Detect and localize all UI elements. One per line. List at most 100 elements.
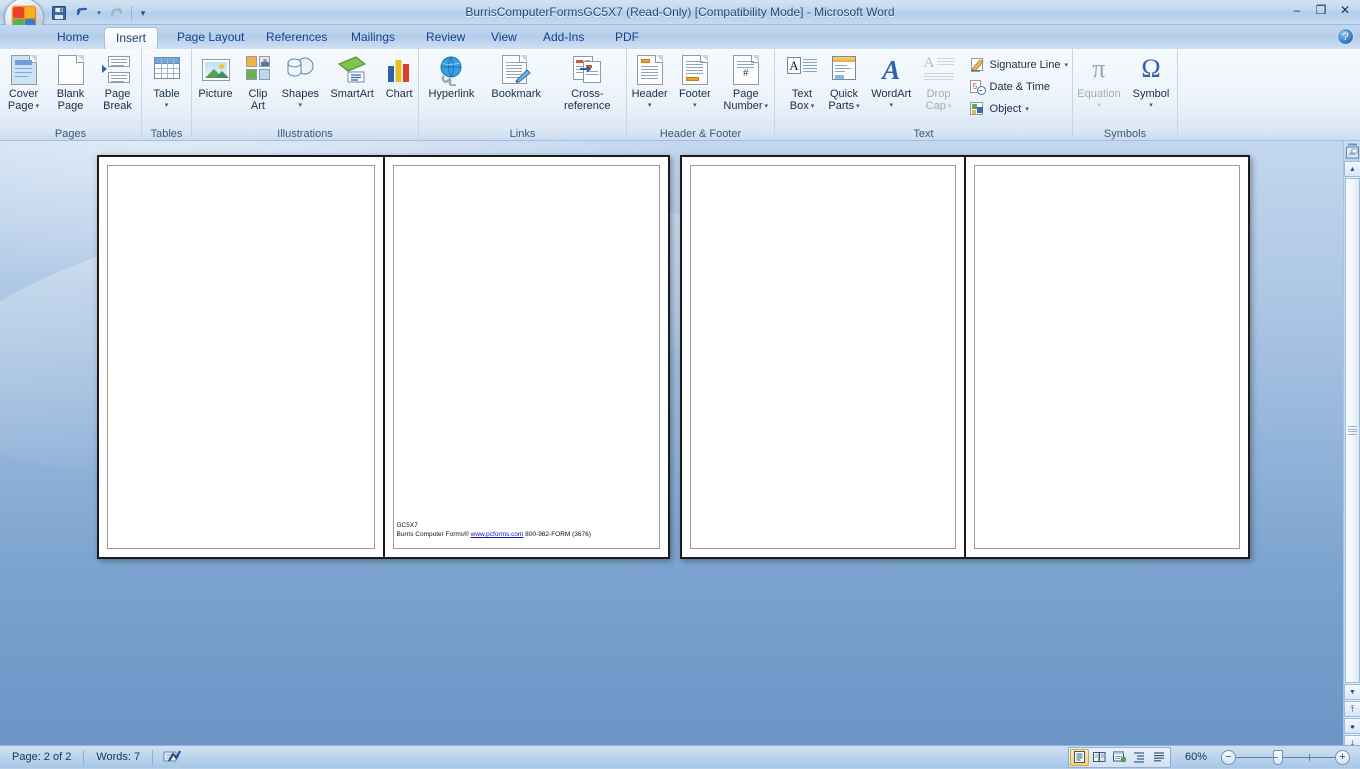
page-break-button[interactable]: Page Break bbox=[94, 51, 141, 119]
equation-button[interactable]: π Equation ▾ bbox=[1073, 51, 1125, 119]
close-button[interactable]: ✕ bbox=[1334, 1, 1356, 19]
redo-button[interactable] bbox=[105, 3, 127, 23]
ribbon-group-label-links: Links bbox=[419, 128, 626, 140]
tab-view[interactable]: View bbox=[480, 27, 528, 49]
customize-qat-button[interactable]: ▾ bbox=[136, 3, 150, 23]
clip-art-label-1: Clip bbox=[248, 89, 267, 101]
text-box-label-1: Text bbox=[792, 89, 812, 101]
help-button[interactable]: ? bbox=[1337, 28, 1354, 45]
document-credit-link[interactable]: www.pcforms.com bbox=[471, 531, 524, 538]
footer-caret: ▾ bbox=[693, 102, 697, 109]
ribbon-group-symbols: π Equation ▾ Ω Symbol ▾ Symbols bbox=[1073, 49, 1178, 141]
restore-button[interactable]: ❐ bbox=[1310, 1, 1332, 19]
tab-add-ins[interactable]: Add-Ins bbox=[532, 27, 595, 49]
bookmark-button[interactable]: Bookmark bbox=[484, 51, 549, 119]
page-number-button[interactable]: # Page Number ▾ bbox=[717, 51, 774, 119]
scrollbar-thumb[interactable] bbox=[1345, 178, 1360, 683]
text-box-button[interactable]: A Text Box ▾ bbox=[781, 51, 823, 119]
equation-label: Equation bbox=[1077, 89, 1120, 101]
page-1-panel-right[interactable]: GC5X7 Burris Computer Forms® www.pcforms… bbox=[383, 157, 669, 557]
document-credit-suffix: 800-982-FORM (3676) bbox=[523, 531, 591, 538]
cover-page-button[interactable]: Cover Page ▾ bbox=[0, 51, 47, 119]
quick-parts-button[interactable]: Quick Parts ▾ bbox=[823, 51, 865, 119]
tab-mailings[interactable]: Mailings bbox=[340, 27, 406, 49]
page-indicator[interactable]: Page: 2 of 2 bbox=[0, 746, 83, 769]
zoom-in-button[interactable]: + bbox=[1335, 750, 1350, 765]
page-number-icon: # bbox=[730, 54, 762, 86]
ribbon-group-label-pages: Pages bbox=[0, 128, 141, 140]
drop-cap-button[interactable]: A Drop Cap ▾ bbox=[918, 51, 960, 119]
header-caret: ▾ bbox=[648, 102, 652, 109]
view-outline-button[interactable] bbox=[1130, 749, 1149, 766]
zoom-slider[interactable]: − + bbox=[1221, 750, 1350, 765]
picture-button[interactable]: Picture bbox=[192, 51, 239, 119]
cross-reference-button[interactable]: Cross-reference bbox=[549, 51, 626, 119]
header-icon bbox=[634, 54, 666, 86]
smartart-icon bbox=[336, 54, 368, 86]
zoom-track-right[interactable] bbox=[1283, 757, 1335, 758]
date-time-button[interactable]: 5 Date & Time bbox=[968, 76, 1072, 97]
tab-home[interactable]: Home bbox=[46, 27, 100, 49]
hyperlink-button[interactable]: Hyperlink bbox=[419, 51, 484, 119]
view-full-screen-reading-button[interactable] bbox=[1090, 749, 1109, 766]
undo-dropdown[interactable]: ▾ bbox=[94, 3, 104, 23]
blank-page-button[interactable]: Blank Page bbox=[47, 51, 94, 119]
drop-cap-label-1: Drop bbox=[927, 89, 951, 101]
page-2-panel-left[interactable] bbox=[682, 157, 964, 557]
view-print-layout-button[interactable] bbox=[1070, 749, 1089, 766]
symbol-button[interactable]: Ω Symbol ▾ bbox=[1125, 51, 1177, 119]
wordart-label: WordArt bbox=[871, 89, 911, 101]
page-number-label-2: Number bbox=[723, 101, 762, 113]
zoom-track-left[interactable] bbox=[1236, 757, 1278, 758]
footer-button[interactable]: Footer ▾ bbox=[672, 51, 717, 119]
wordart-button[interactable]: A WordArt ▾ bbox=[865, 51, 918, 119]
status-right-cluster: 60% − + bbox=[1068, 747, 1360, 768]
view-web-layout-button[interactable] bbox=[1110, 749, 1129, 766]
undo-button[interactable] bbox=[71, 3, 93, 23]
shapes-button[interactable]: Shapes ▾ bbox=[277, 51, 324, 119]
tab-insert[interactable]: Insert bbox=[104, 27, 158, 49]
zoom-out-button[interactable]: − bbox=[1221, 750, 1236, 765]
cover-page-label-1: Cover bbox=[9, 89, 38, 101]
text-boundary bbox=[107, 165, 375, 549]
vertical-scrollbar[interactable]: ▲ ▼ ⤒ ● ⤓ bbox=[1343, 141, 1360, 745]
smartart-label: SmartArt bbox=[330, 89, 373, 101]
clip-art-button[interactable]: Clip Art bbox=[239, 51, 277, 119]
save-button[interactable] bbox=[48, 3, 70, 23]
document-page-1[interactable]: GC5X7 Burris Computer Forms® www.pcforms… bbox=[97, 155, 670, 559]
table-button[interactable]: Table ▾ bbox=[143, 51, 191, 119]
tab-pdf[interactable]: PDF bbox=[604, 27, 650, 49]
minimize-button[interactable]: – bbox=[1286, 1, 1308, 19]
word-count[interactable]: Words: 7 bbox=[84, 746, 152, 769]
undo-icon bbox=[74, 5, 90, 21]
split-window-button[interactable] bbox=[1344, 141, 1360, 161]
scroll-down-button[interactable]: ▼ bbox=[1344, 684, 1360, 700]
select-browse-object-button[interactable]: ● bbox=[1344, 718, 1360, 734]
tab-page-layout[interactable]: Page Layout bbox=[166, 27, 255, 49]
text-boundary bbox=[393, 165, 661, 549]
proofing-status-button[interactable] bbox=[153, 746, 191, 769]
object-icon bbox=[970, 101, 986, 117]
ribbon-group-pages: Cover Page ▾ Blank Page bbox=[0, 49, 142, 141]
page-2-panel-right[interactable] bbox=[964, 157, 1248, 557]
previous-page-button[interactable]: ⤒ bbox=[1344, 701, 1360, 717]
hyperlink-icon bbox=[435, 54, 467, 86]
drop-cap-icon: A bbox=[923, 54, 955, 86]
smartart-button[interactable]: SmartArt bbox=[324, 51, 381, 119]
window-controls: – ❐ ✕ bbox=[1286, 1, 1356, 19]
chart-button[interactable]: Chart bbox=[380, 51, 418, 119]
tab-review[interactable]: Review bbox=[415, 27, 476, 49]
zoom-percentage[interactable]: 60% bbox=[1177, 751, 1215, 763]
cross-reference-label: Cross-reference bbox=[549, 89, 626, 112]
signature-line-button[interactable]: Signature Line ▾ bbox=[968, 54, 1072, 75]
document-workspace[interactable]: GC5X7 Burris Computer Forms® www.pcforms… bbox=[0, 141, 1360, 745]
document-page-2[interactable] bbox=[680, 155, 1250, 559]
scroll-up-button[interactable]: ▲ bbox=[1344, 161, 1360, 177]
full-screen-reading-icon bbox=[1093, 751, 1106, 763]
page-1-panel-left[interactable] bbox=[99, 157, 383, 557]
view-draft-button[interactable] bbox=[1150, 749, 1169, 766]
page-break-label-2: Break bbox=[103, 101, 132, 113]
tab-references[interactable]: References bbox=[255, 27, 338, 49]
object-button[interactable]: Object ▾ bbox=[968, 98, 1072, 119]
header-button[interactable]: Header ▾ bbox=[627, 51, 672, 119]
